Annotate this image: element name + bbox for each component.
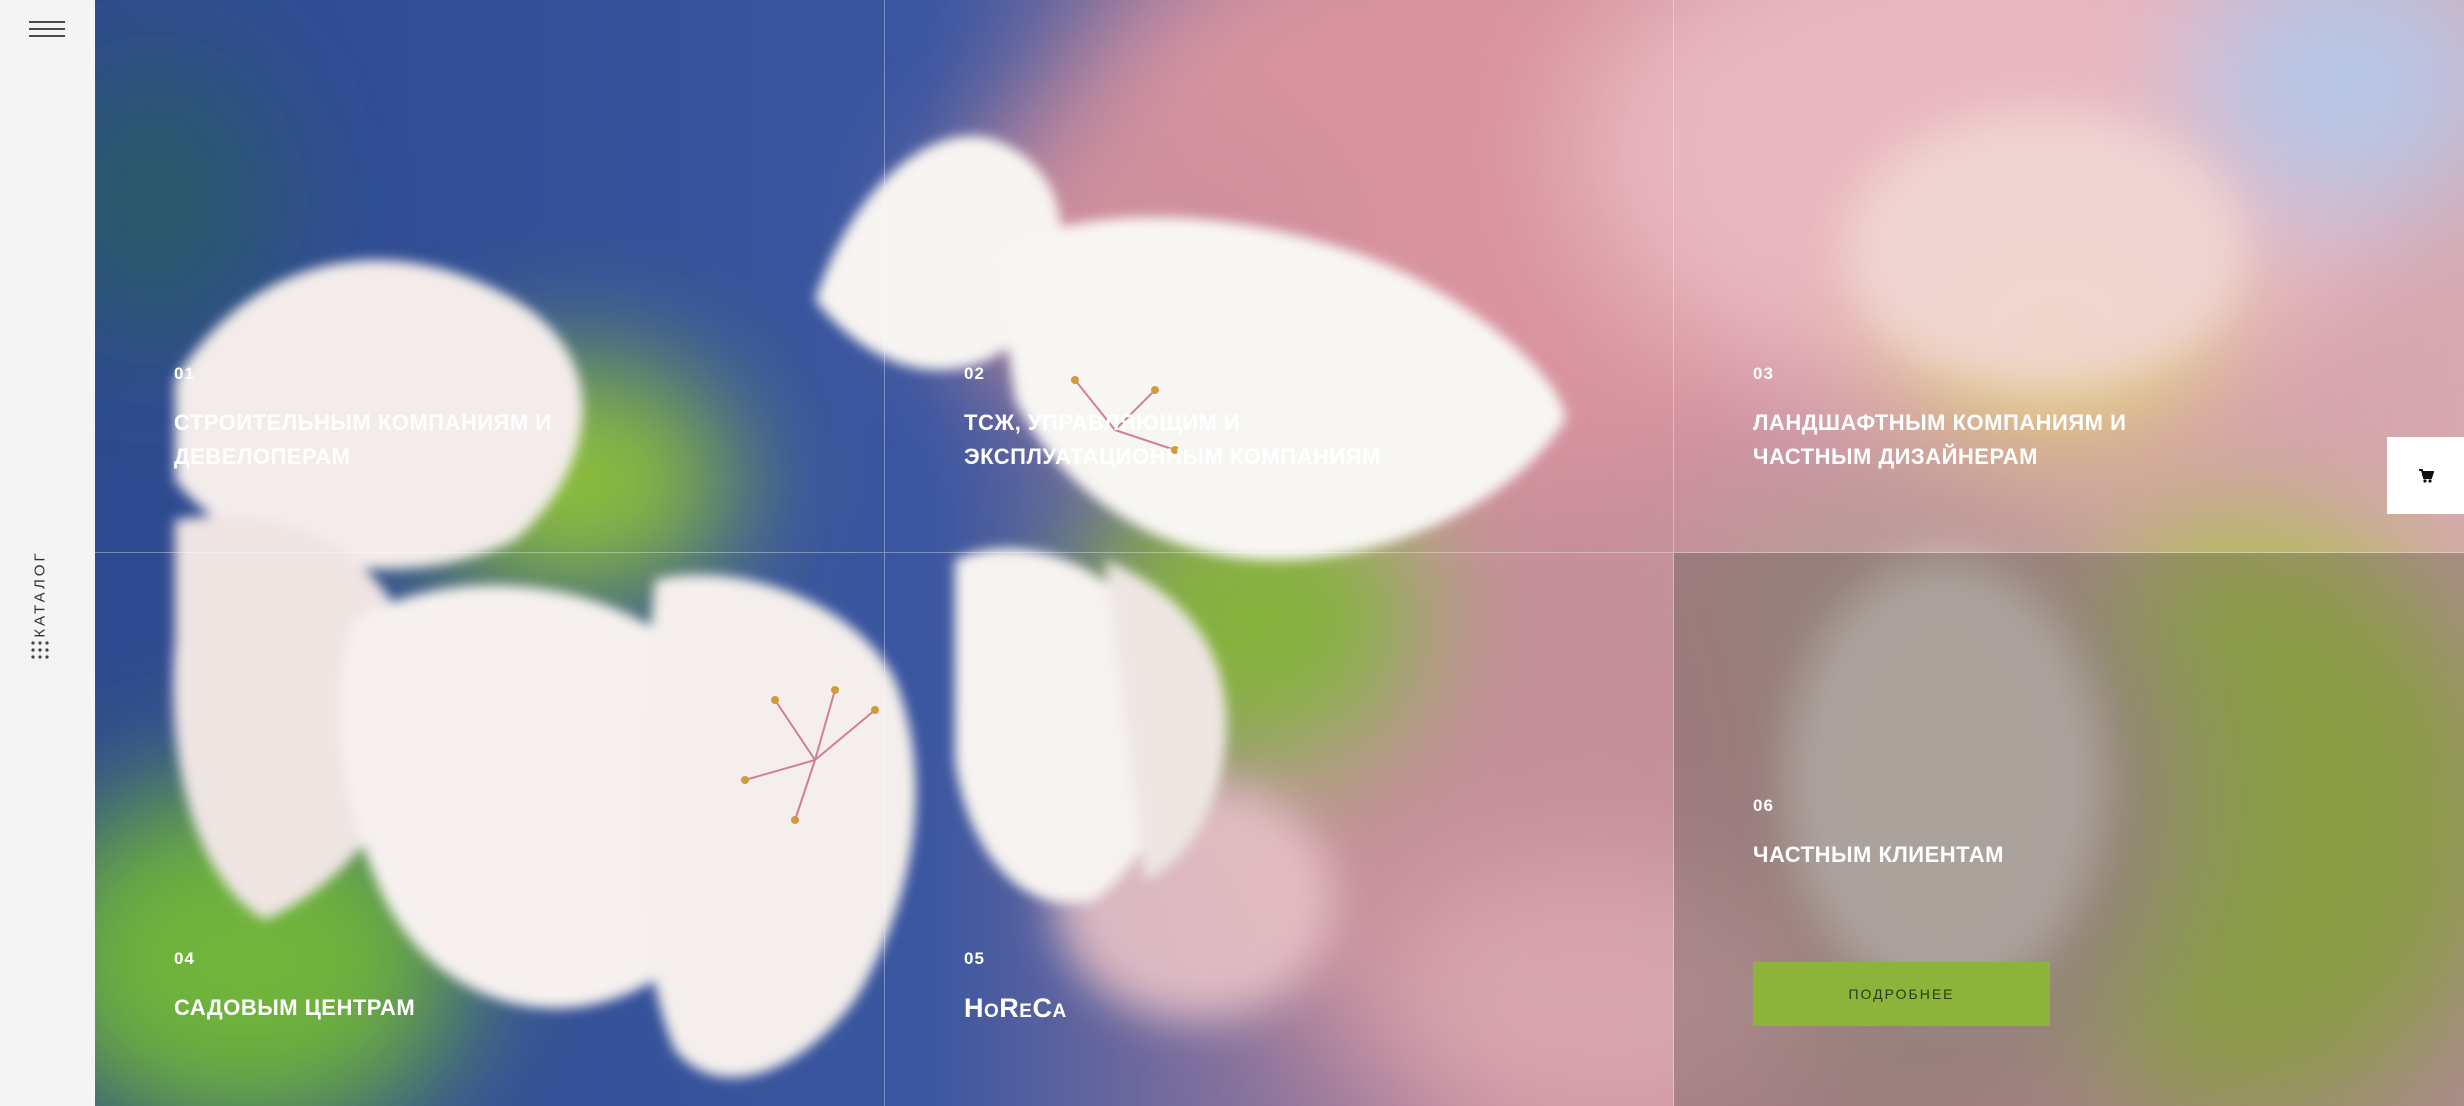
tile-landscape-designers[interactable]: 03 ЛАНДШАФТНЫМ КОМПАНИЯМ И ЧАСТНЫМ ДИЗАЙ… bbox=[1674, 0, 2464, 553]
hero-section: 01 СТРОИТЕЛЬНЫМ КОМПАНИЯМ И ДЕВЕЛОПЕРАМ … bbox=[95, 0, 2464, 1106]
catalog-button[interactable]: КАТАЛОГ bbox=[20, 540, 60, 660]
tile-horeca[interactable]: 05 HoReCa bbox=[885, 553, 1674, 1106]
tile-developers[interactable]: 01 СТРОИТЕЛЬНЫМ КОМПАНИЯМ И ДЕВЕЛОПЕРАМ bbox=[95, 0, 885, 553]
tile-title: ТСЖ, УПРАВЛЯЮЩИМ И ЭКСПЛУАТАЦИОННЫМ КОМП… bbox=[964, 410, 1381, 469]
hamburger-icon[interactable] bbox=[29, 20, 65, 38]
tile-title: САДОВЫМ ЦЕНТРАМ bbox=[174, 995, 416, 1020]
more-button[interactable]: ПОДРОБНЕЕ bbox=[1753, 962, 2050, 1026]
tile-title: HoReCa bbox=[964, 993, 1067, 1023]
tile-number: 01 bbox=[174, 364, 195, 383]
tile-number: 04 bbox=[174, 949, 195, 968]
tile-title: ЛАНДШАФТНЫМ КОМПАНИЯМ И ЧАСТНЫМ ДИЗАЙНЕР… bbox=[1753, 410, 2127, 469]
tile-management-companies[interactable]: 02 ТСЖ, УПРАВЛЯЮЩИМ И ЭКСПЛУАТАЦИОННЫМ К… bbox=[885, 0, 1674, 553]
sidebar: КАТАЛОГ bbox=[0, 0, 95, 1106]
tile-number: 06 bbox=[1753, 796, 1774, 815]
tile-number: 03 bbox=[1753, 364, 1774, 383]
grid-dots-icon bbox=[31, 641, 49, 659]
tile-private-clients[interactable]: 06 ЧАСТНЫМ КЛИЕНТАМ ПОДРОБНЕЕ bbox=[1674, 553, 2464, 1106]
catalog-label: КАТАЛОГ bbox=[31, 550, 49, 638]
cart-button[interactable] bbox=[2387, 437, 2464, 514]
tile-number: 02 bbox=[964, 364, 985, 383]
tile-title: ЧАСТНЫМ КЛИЕНТАМ bbox=[1753, 842, 2004, 867]
tile-garden-centers[interactable]: 04 САДОВЫМ ЦЕНТРАМ bbox=[95, 553, 885, 1106]
cart-icon bbox=[2418, 468, 2434, 483]
tile-number: 05 bbox=[964, 949, 985, 968]
tile-title: СТРОИТЕЛЬНЫМ КОМПАНИЯМ И ДЕВЕЛОПЕРАМ bbox=[174, 410, 552, 469]
